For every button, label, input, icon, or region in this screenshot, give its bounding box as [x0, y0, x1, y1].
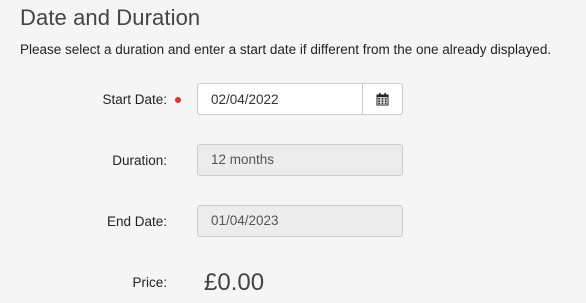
- section-intro: Please select a duration and enter a sta…: [20, 42, 552, 57]
- end-date-label: End Date:: [106, 214, 167, 229]
- end-date-row: End Date: 01/04/2023: [0, 205, 586, 239]
- end-date-field: 01/04/2023: [197, 205, 403, 237]
- price-row: Price: £0.00: [0, 266, 586, 300]
- start-date-label: Start Date:: [102, 92, 167, 107]
- calendar-button[interactable]: [362, 83, 403, 115]
- price-value: £0.00: [204, 269, 265, 296]
- start-date-input[interactable]: [197, 83, 363, 115]
- section-title: Date and Duration: [20, 5, 201, 30]
- required-indicator: [175, 97, 181, 103]
- date-duration-panel: Date and Duration Please select a durati…: [0, 0, 586, 303]
- duration-row: Duration: 12 months: [0, 144, 586, 178]
- calendar-icon: [376, 92, 389, 105]
- start-date-row: Start Date:: [0, 83, 586, 117]
- duration-field: 12 months: [197, 144, 403, 176]
- price-label: Price:: [132, 275, 167, 290]
- duration-label: Duration:: [112, 153, 167, 168]
